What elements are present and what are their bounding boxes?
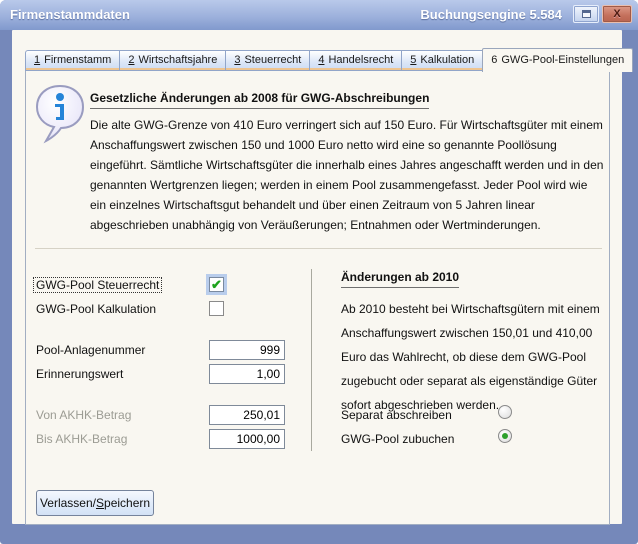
tab-label: Handelsrecht: [328, 54, 393, 66]
tab-handelsrecht[interactable]: 4 Handelsrecht: [309, 50, 401, 71]
label-bis-akhk-betrag: Bis AKHK-Betrag: [36, 432, 127, 446]
restore-icon: [582, 10, 591, 18]
checkbox-gwg-pool-kalkulation[interactable]: ✔: [209, 301, 224, 316]
tab-firmenstamm[interactable]: 1 Firmenstamm: [25, 50, 119, 71]
radio-gwg-pool-zubuchen[interactable]: [498, 429, 512, 443]
tab-kalkulation[interactable]: 5 Kalkulation: [401, 50, 482, 71]
radio-dot-icon: [502, 433, 508, 439]
tab-panel-gwg-pool: Gesetzliche Änderungen ab 2008 für GWG-A…: [25, 70, 610, 525]
tab-number: 3: [234, 54, 240, 66]
label-gwg-pool-kalkulation: GWG-Pool Kalkulation: [36, 302, 156, 316]
firmenstammdaten-window: Firmenstammdaten Buchungsengine 5.584 X …: [0, 0, 638, 544]
window-subtitle: Buchungsengine 5.584: [420, 7, 562, 22]
label-gwg-pool-zubuchen: GWG-Pool zubuchen: [341, 432, 454, 446]
info-speech-bubble-icon: [34, 84, 86, 153]
section-body-2008: Die alte GWG-Grenze von 410 Euro verring…: [90, 115, 604, 235]
button-label-part: Verlassen/: [40, 496, 96, 510]
vertical-separator: [311, 269, 312, 451]
label-separat-abschreiben: Separat abschreiben: [341, 408, 452, 422]
close-icon: X: [613, 8, 620, 20]
label-pool-anlagenummer: Pool-Anlagenummer: [36, 343, 145, 357]
tab-wirtschaftsjahre[interactable]: 2 Wirtschaftsjahre: [119, 50, 225, 71]
input-pool-anlagenummer[interactable]: [209, 340, 285, 360]
tab-number: 1: [34, 54, 40, 66]
close-button[interactable]: X: [602, 5, 632, 23]
label-gwg-pool-steuerrecht: GWG-Pool Steuerrecht: [33, 277, 162, 293]
checkmark-icon: ✔: [211, 278, 222, 291]
section-heading-2008: Gesetzliche Änderungen ab 2008 für GWG-A…: [90, 91, 429, 109]
tab-label: GWG-Pool-Einstellungen: [501, 54, 624, 66]
restore-button[interactable]: [573, 5, 599, 23]
tab-gwg-pool-einstellungen[interactable]: 6 GWG-Pool-Einstellungen: [482, 48, 633, 72]
verlassen-speichern-button[interactable]: Verlassen/Speichern: [36, 490, 154, 516]
tab-label: Kalkulation: [420, 54, 474, 66]
button-mnemonic: S: [96, 496, 104, 510]
checkbox-gwg-pool-steuerrecht[interactable]: ✔: [209, 277, 224, 292]
label-von-akhk-betrag: Von AKHK-Betrag: [36, 408, 131, 422]
label-erinnerungswert: Erinnerungswert: [36, 367, 123, 381]
input-von-akhk-betrag[interactable]: [209, 405, 285, 425]
titlebar: Firmenstammdaten Buchungsengine 5.584 X: [0, 0, 638, 30]
tab-label: Steuerrecht: [244, 54, 301, 66]
section-heading-2010: Änderungen ab 2010: [341, 270, 459, 288]
radio-separat-abschreiben[interactable]: [498, 405, 512, 419]
tab-number: 5: [410, 54, 416, 66]
tab-label: Wirtschaftsjahre: [138, 54, 217, 66]
input-bis-akhk-betrag[interactable]: [209, 429, 285, 449]
section-body-2010: Ab 2010 besteht bei Wirtschaftsgütern mi…: [341, 297, 613, 417]
window-content: 1 Firmenstamm 2 Wirtschaftsjahre 3 Steue…: [12, 30, 622, 524]
tabstrip: 1 Firmenstamm 2 Wirtschaftsjahre 3 Steue…: [25, 48, 633, 71]
button-label-part: peichern: [104, 496, 150, 510]
tab-number: 4: [318, 54, 324, 66]
tab-number: 6: [491, 54, 497, 66]
input-erinnerungswert[interactable]: [209, 364, 285, 384]
window-title: Firmenstammdaten: [10, 7, 130, 22]
tab-number: 2: [128, 54, 134, 66]
tab-steuerrecht[interactable]: 3 Steuerrecht: [225, 50, 309, 71]
horizontal-separator: [35, 248, 602, 249]
tab-label: Firmenstamm: [44, 54, 111, 66]
